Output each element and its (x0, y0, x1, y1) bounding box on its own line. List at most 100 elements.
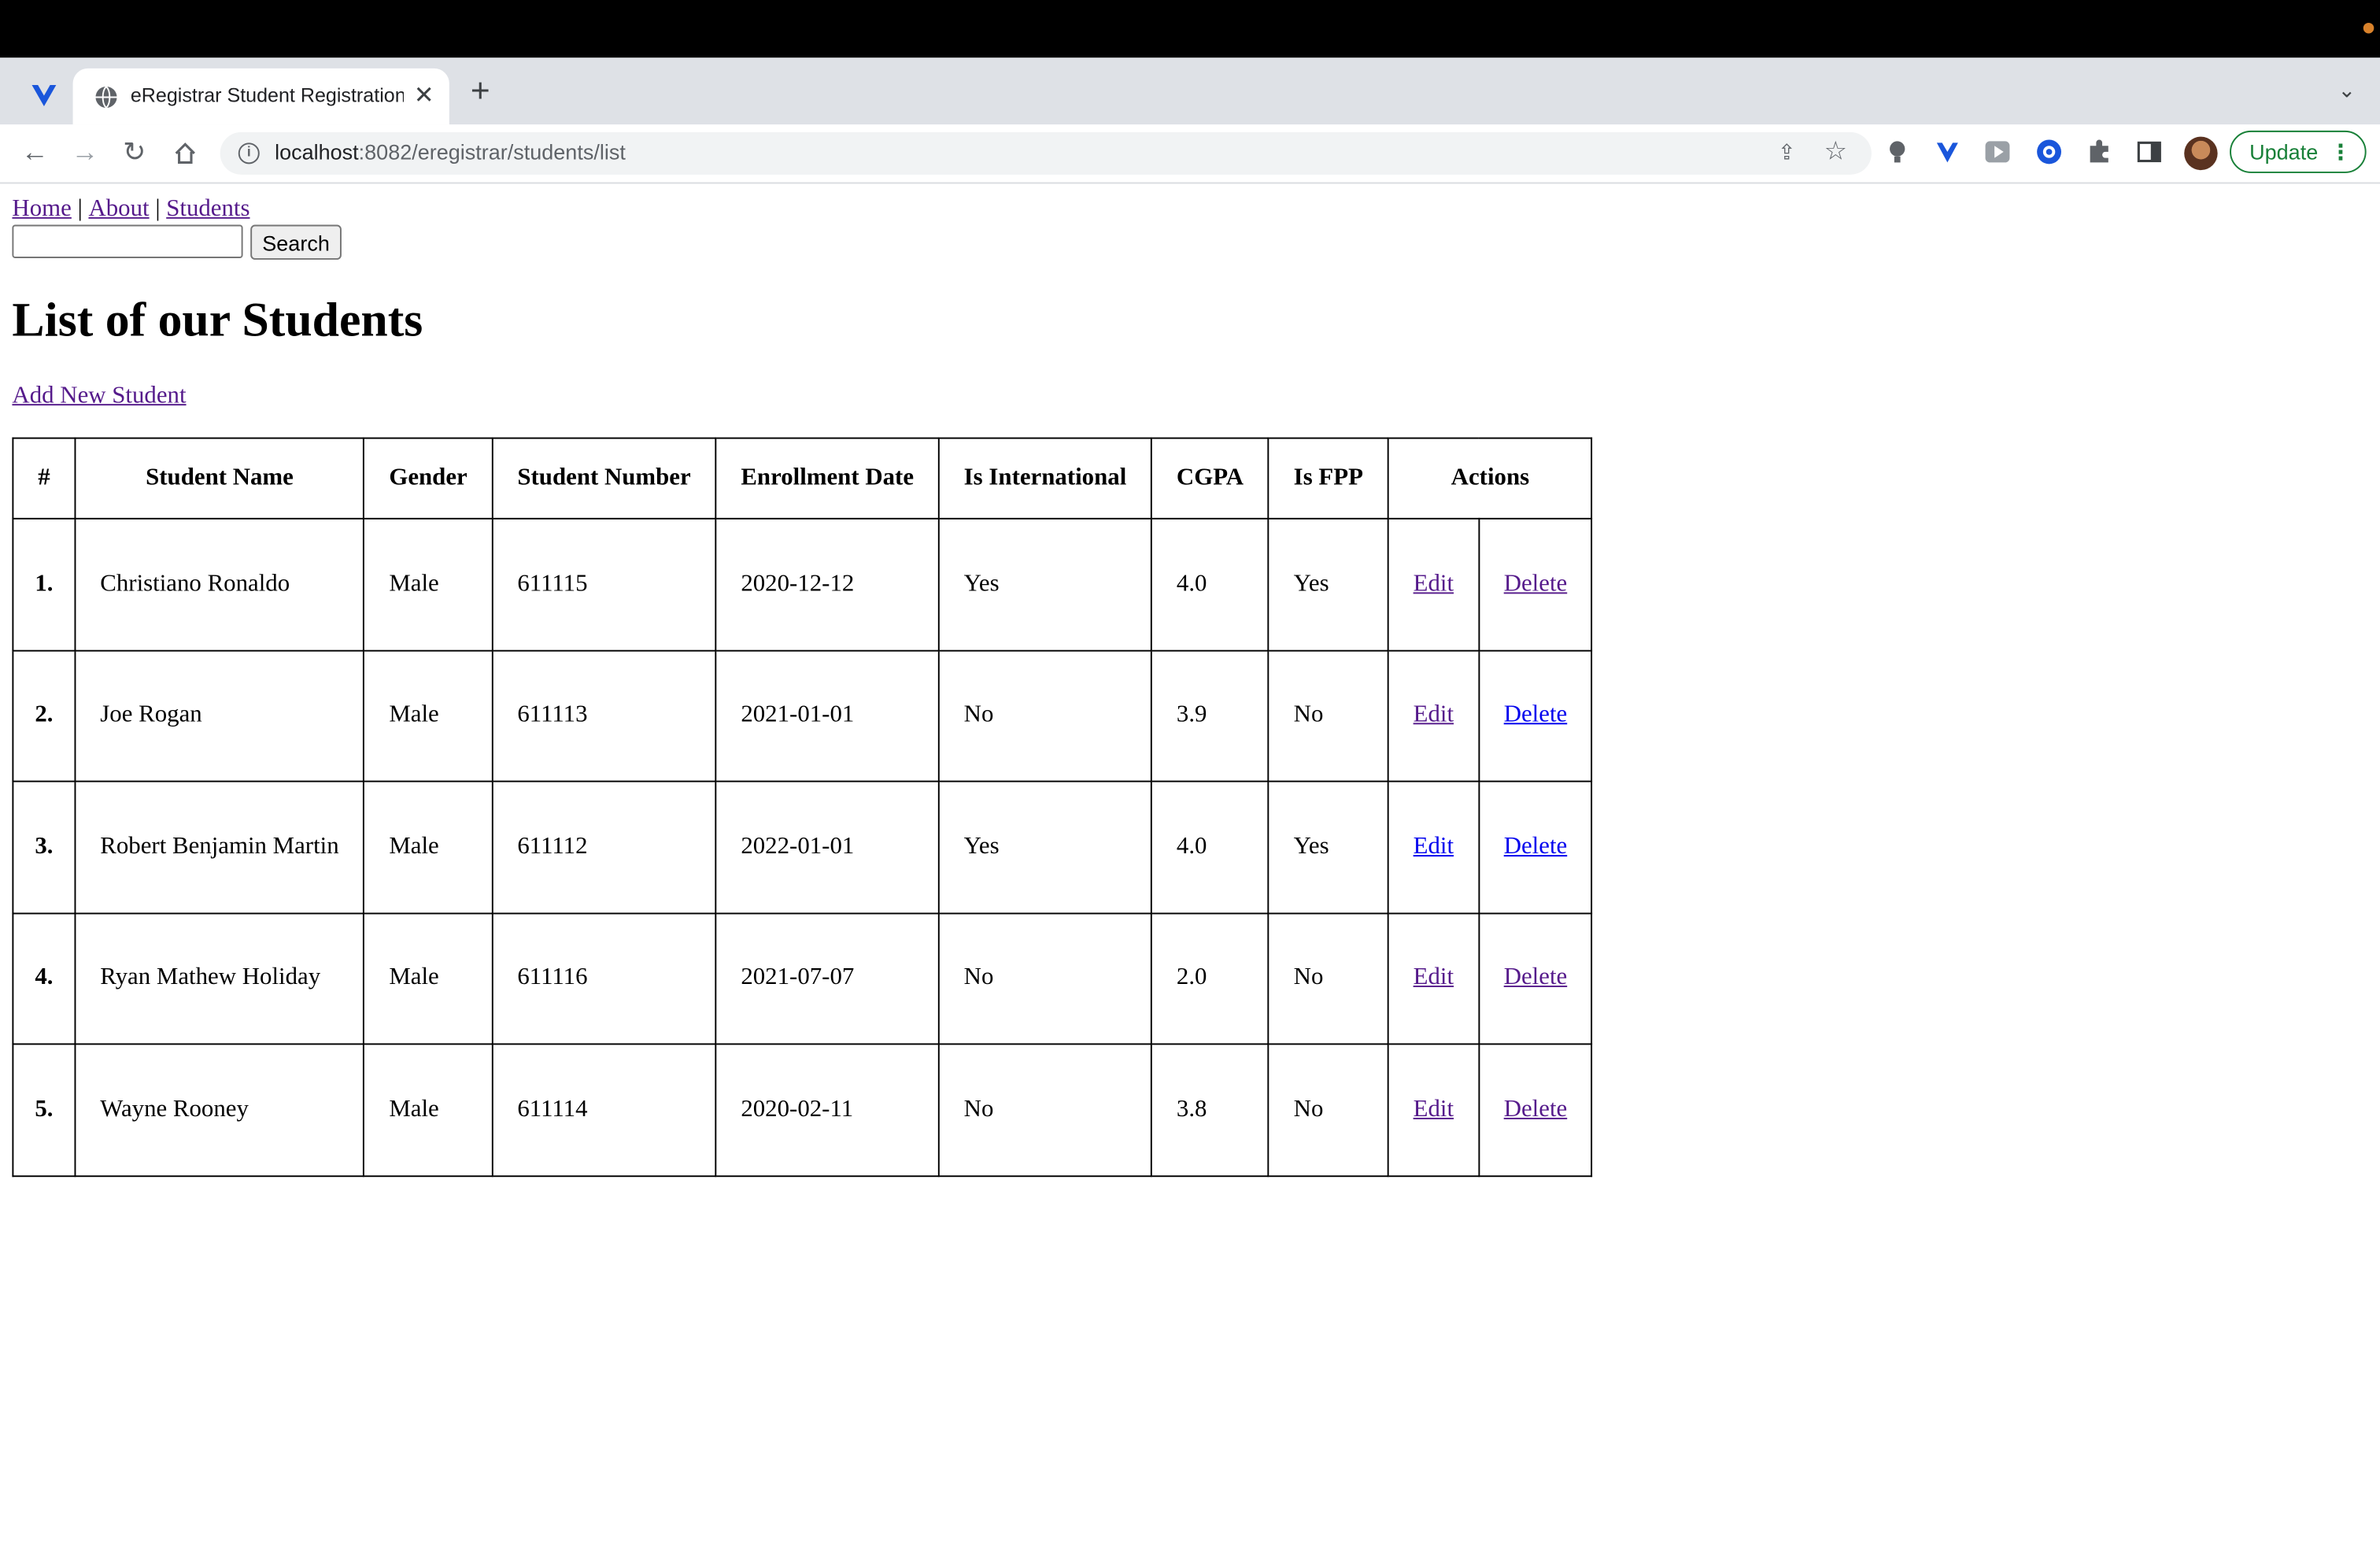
nav-link-about[interactable]: About (88, 196, 149, 222)
enrollment-date-cell: 2020-12-12 (715, 517, 940, 651)
close-tab-icon[interactable]: ✕ (414, 80, 434, 111)
gender-cell: Male (363, 649, 493, 782)
extension-v-icon[interactable] (1934, 139, 1961, 166)
row-number: 5. (12, 1043, 76, 1177)
edit-link[interactable]: Edit (1414, 571, 1454, 597)
tab-title: eRegistrar Student Registration (130, 83, 404, 107)
is-international-cell: Yes (937, 517, 1153, 651)
cgpa-cell: 3.9 (1151, 649, 1269, 782)
edit-link[interactable]: Edit (1414, 834, 1454, 860)
search-form: Search (12, 224, 342, 261)
student-name-cell: Ryan Mathew Holiday (74, 912, 365, 1045)
info-icon[interactable]: i (238, 142, 260, 165)
active-tab[interactable]: eRegistrar Student Registration ✕ (72, 68, 449, 125)
student-name-cell: Wayne Rooney (74, 1043, 365, 1177)
delete-cell: Delete (1477, 1043, 1594, 1177)
delete-link[interactable]: Delete (1504, 1096, 1568, 1122)
share-icon[interactable]: ⇪ (1778, 139, 1796, 165)
enrollment-date-cell: 2020-02-11 (715, 1043, 940, 1177)
forward-icon[interactable]: → (72, 137, 99, 169)
student-number-cell: 611113 (491, 649, 717, 782)
edit-link[interactable]: Edit (1414, 702, 1454, 728)
tab-strip: eRegistrar Student Registration ✕ + ⌄ (0, 57, 2380, 125)
student-number-cell: 611115 (491, 517, 717, 651)
puzzle-extensions-icon[interactable] (2086, 139, 2113, 166)
column-header: CGPA (1151, 437, 1269, 520)
table-row: 3. Robert Benjamin Martin Male 611112 2022-0… (12, 780, 1594, 914)
column-header: Student Number (491, 437, 717, 520)
update-label: Update (2249, 139, 2319, 165)
column-header: Is FPP (1267, 437, 1389, 520)
is-fpp-cell: No (1267, 649, 1389, 782)
row-number: 3. (12, 780, 76, 914)
is-international-cell: Yes (937, 780, 1153, 914)
home-icon[interactable] (173, 141, 198, 165)
globe-icon (95, 86, 117, 109)
side-panel-icon[interactable] (2135, 139, 2163, 166)
column-header: # (12, 437, 76, 520)
is-fpp-cell: Yes (1267, 517, 1389, 651)
system-menu-bar (0, 0, 2380, 58)
more-menu-icon[interactable]: ⋮ (2330, 132, 2351, 172)
edit-link[interactable]: Edit (1414, 1096, 1454, 1122)
delete-link[interactable]: Delete (1504, 965, 1568, 991)
delete-link[interactable]: Delete (1504, 571, 1568, 597)
column-header: Actions (1387, 437, 1594, 520)
avatar[interactable] (2184, 136, 2218, 171)
edit-cell: Edit (1387, 649, 1480, 782)
student-name-cell: Robert Benjamin Martin (74, 780, 365, 914)
table-row: 5. Wayne Rooney Male 611114 2020-02-11 No 3.8 N… (12, 1043, 1594, 1177)
column-header: Enrollment Date (715, 437, 940, 520)
extension-v-icon[interactable] (28, 79, 61, 112)
url-text[interactable]: localhost:8082/eregistrar/students/list (275, 139, 626, 164)
delete-link[interactable]: Delete (1504, 702, 1568, 728)
row-number: 1. (12, 517, 76, 651)
address-bar-row: ← → ↻ i localhost:8082/eregistrar/studen… (0, 124, 2380, 184)
reload-icon[interactable]: ↻ (123, 137, 146, 169)
column-header: Is International (937, 437, 1153, 520)
edit-cell: Edit (1387, 912, 1480, 1045)
gender-cell: Male (363, 517, 493, 651)
nav-separator: | (77, 195, 83, 222)
row-number: 4. (12, 912, 76, 1045)
nav-separator: | (155, 195, 161, 222)
enrollment-date-cell: 2021-01-01 (715, 649, 940, 782)
nav-link-students[interactable]: Students (166, 196, 249, 222)
video-play-icon[interactable] (1984, 139, 2012, 166)
page-title: List of our Students (12, 291, 423, 346)
new-tab-icon[interactable]: + (471, 72, 490, 111)
row-number: 2. (12, 649, 76, 782)
lightbulb-icon[interactable] (1883, 139, 1911, 166)
chevron-down-icon[interactable]: ⌄ (2338, 77, 2356, 103)
delete-link[interactable]: Delete (1504, 834, 1568, 860)
student-number-cell: 611116 (491, 912, 717, 1045)
circle-target-icon[interactable] (2035, 139, 2063, 166)
is-international-cell: No (937, 1043, 1153, 1177)
cgpa-cell: 3.8 (1151, 1043, 1269, 1177)
search-input[interactable] (12, 224, 243, 258)
search-button[interactable]: Search (250, 224, 342, 260)
is-fpp-cell: No (1267, 912, 1389, 1045)
edit-link[interactable]: Edit (1414, 965, 1454, 991)
table-header-row: # Student Name Gender Student Number Enr… (12, 437, 1594, 520)
bookmark-star-icon[interactable]: ☆ (1824, 137, 1847, 168)
student-name-cell: Joe Rogan (74, 649, 365, 782)
student-number-cell: 611112 (491, 780, 717, 914)
cgpa-cell: 4.0 (1151, 517, 1269, 651)
column-header: Student Name (74, 437, 365, 520)
delete-cell: Delete (1477, 649, 1594, 782)
update-button[interactable]: Update ⋮ (2230, 130, 2367, 173)
gender-cell: Male (363, 1043, 493, 1177)
delete-cell: Delete (1477, 517, 1594, 651)
student-name-cell: Christiano Ronaldo (74, 517, 365, 651)
delete-cell: Delete (1477, 912, 1594, 1045)
gender-cell: Male (363, 912, 493, 1045)
table-row: 1. Christiano Ronaldo Male 611115 2020-12-12… (12, 517, 1594, 651)
address-bar[interactable]: i localhost:8082/eregistrar/students/lis… (220, 131, 1872, 175)
nav-link-home[interactable]: Home (12, 196, 71, 222)
edit-cell: Edit (1387, 1043, 1480, 1177)
notification-dot-icon (2363, 22, 2374, 34)
back-icon[interactable]: ← (21, 137, 49, 169)
is-fpp-cell: No (1267, 1043, 1389, 1177)
add-new-student-link[interactable]: Add New Student (12, 383, 186, 410)
